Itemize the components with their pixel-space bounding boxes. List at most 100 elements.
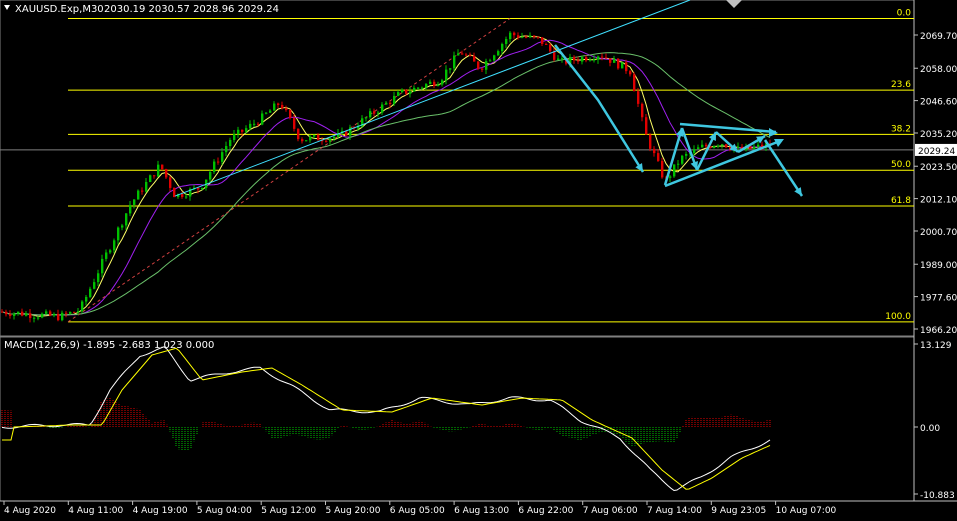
macd-label: MACD(12,26,9) -1.895 -2.683 1.023 0.000: [4, 340, 214, 351]
macd-indicator: [1, 346, 771, 492]
macd-tick-label: 0.00: [920, 424, 940, 434]
time-tick-label: 4 Aug 19:00: [133, 506, 188, 516]
candle-body: [641, 103, 644, 118]
candle-body: [153, 175, 156, 177]
candle-body: [273, 103, 276, 111]
price-tick-label: 2012.10: [920, 196, 957, 206]
candle-body: [25, 313, 28, 316]
candle-body: [381, 104, 384, 113]
candle-body: [229, 139, 232, 147]
candle-body: [697, 147, 700, 150]
candle-body: [621, 62, 624, 69]
candle-body: [117, 227, 120, 241]
time-tick-label: 6 Aug 05:00: [390, 506, 445, 516]
candle-body: [457, 53, 460, 56]
time-tick-label: 10 Aug 07:00: [776, 506, 837, 516]
candle-body: [101, 258, 104, 274]
candle-body: [509, 32, 512, 40]
symbol-dropdown-icon[interactable]: [4, 5, 10, 10]
macd-tick-label: -10.883: [920, 491, 955, 501]
price-tick-label: 2046.60: [920, 98, 957, 108]
candle-body: [385, 102, 388, 105]
candle-body: [477, 61, 480, 69]
chart-canvas[interactable]: 0.023.638.250.061.8100.0 XAUUSD.Exp,M30 …: [0, 0, 957, 517]
pattern-arrows[interactable]: [554, 44, 804, 197]
candle-body: [145, 182, 148, 192]
downtrend-arrow[interactable]: [554, 44, 645, 173]
candle-body: [401, 89, 404, 93]
candle-body: [693, 149, 696, 153]
candle-body: [681, 155, 684, 164]
candle-body: [545, 43, 548, 45]
macd-tick-label: 13.129: [920, 341, 952, 351]
candle-body: [433, 81, 436, 86]
candle-body: [17, 311, 20, 314]
candle-body: [249, 123, 252, 129]
candle-body: [625, 62, 628, 72]
candle-body: [201, 187, 204, 190]
fib-level-label: 23.6: [891, 80, 911, 90]
candle-body: [297, 128, 300, 140]
candle-body: [561, 58, 564, 60]
candle-body: [421, 87, 424, 89]
fib-level-label: 0.0: [897, 9, 912, 19]
chart-window[interactable]: 0.0 23.6 38.2 50.0 61.8 100.0 XAUUSD.Exp,M30 …: [0, 0, 957, 517]
symbol-header: XAUUSD.Exp,M30: [15, 4, 104, 15]
candle-body: [185, 196, 188, 198]
candle-body: [449, 68, 452, 70]
candle-body: [521, 36, 524, 38]
candle-body: [313, 134, 316, 137]
candle-body: [557, 58, 560, 60]
chart-shift-icon[interactable]: [726, 0, 742, 8]
time-tick-label: 4 Aug 11:00: [68, 506, 123, 516]
candle-body: [213, 161, 216, 172]
candle-body: [757, 144, 760, 147]
candle-body: [69, 311, 72, 314]
ma-fast-line: [1, 35, 771, 317]
candle-body: [657, 153, 660, 161]
candle-body: [469, 55, 472, 57]
candle-body: [605, 57, 608, 59]
triangle-upper-line[interactable]: [679, 122, 777, 134]
candle-body: [269, 110, 272, 113]
candle-body: [121, 225, 124, 228]
candle-body: [37, 317, 40, 319]
candle-body: [685, 153, 688, 156]
candle-body: [253, 123, 256, 125]
candle-body: [537, 36, 540, 38]
candle-body: [285, 108, 288, 110]
fib-level-label: 50.0: [891, 160, 911, 170]
candle-body: [389, 102, 392, 104]
time-axis[interactable]: 4 Aug 2020 4 Aug 11:00 4 Aug 19:00 5 Aug 04…: [3, 501, 837, 516]
time-tick-label: 5 Aug 04:00: [197, 506, 252, 516]
candle-body: [409, 91, 412, 94]
fibonacci-levels[interactable]: 0.0 23.6 38.2 50.0 61.8 100.0: [68, 9, 914, 323]
candle-body: [649, 134, 652, 149]
candle-body: [13, 313, 16, 316]
breakdown-arrow[interactable]: [763, 139, 804, 197]
rising-trend-line[interactable]: [174, 0, 691, 197]
trend-lines[interactable]: [174, 0, 691, 197]
candle-body: [725, 144, 728, 148]
candle-body: [129, 204, 132, 214]
price-tick-label: 2058.00: [920, 65, 957, 75]
candle-body: [57, 313, 60, 321]
price-tick-label: 1966.20: [920, 326, 957, 336]
candle-body: [393, 95, 396, 104]
candle-body: [261, 113, 264, 125]
candle-body: [593, 59, 596, 61]
candle-body: [217, 161, 220, 163]
candle-body: [613, 58, 616, 63]
candle-body: [505, 39, 508, 44]
fib-level-label: 38.2: [891, 124, 911, 134]
candle-body: [573, 56, 576, 61]
candle-body: [629, 71, 632, 75]
candle-body: [181, 193, 184, 198]
candle-body: [305, 140, 308, 142]
time-tick-label: 7 Aug 06:00: [583, 506, 638, 516]
price-axis[interactable]: 2069.70 2058.00 2046.60 2035.20 2023.50 2012.…: [914, 32, 957, 336]
candle-body: [589, 59, 592, 61]
candle-body: [373, 111, 376, 114]
triangle-upper-head: [769, 128, 778, 137]
candle-body: [245, 128, 248, 132]
